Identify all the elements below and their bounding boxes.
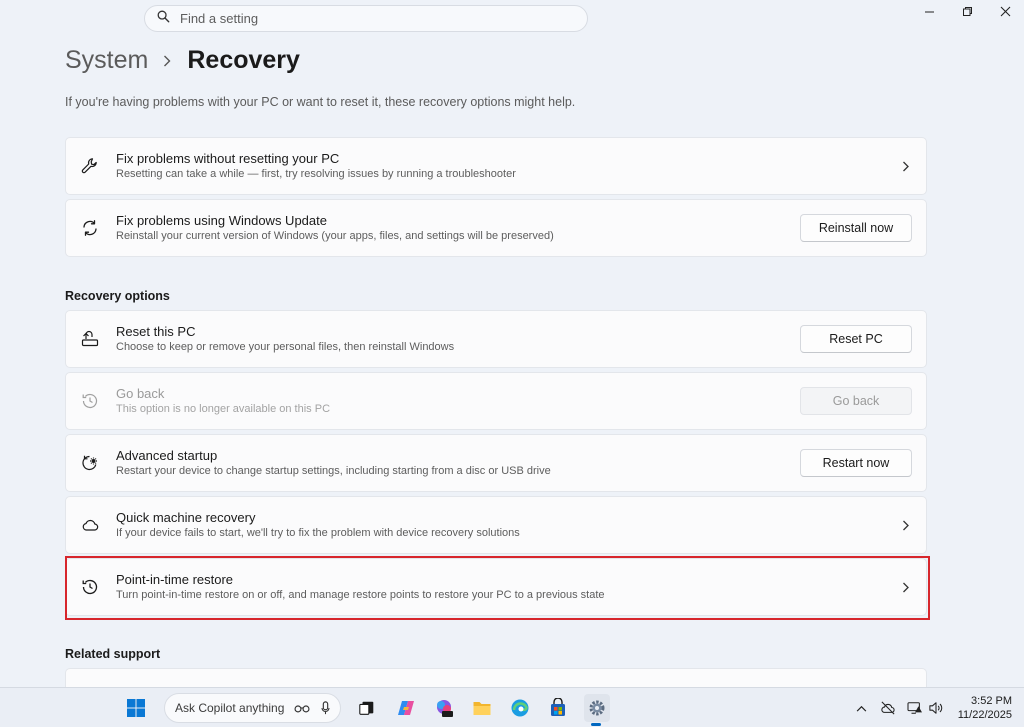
go-back-card: Go back This option is no longer availab… — [65, 372, 927, 430]
card-description: If your device fails to start, we'll try… — [116, 527, 520, 539]
card-title: Point-in-time restore — [116, 572, 234, 587]
history-icon — [80, 391, 100, 411]
search-input[interactable] — [180, 11, 560, 26]
recovery-options-heading: Recovery options — [65, 289, 170, 303]
file-explorer-button[interactable] — [470, 696, 494, 720]
page-title: Recovery — [187, 46, 300, 74]
glasses-icon[interactable] — [294, 703, 310, 714]
close-button[interactable] — [986, 0, 1024, 22]
card-description: Choose to keep or remove your personal f… — [116, 341, 455, 353]
go-back-button: Go back — [800, 387, 912, 415]
network-status[interactable] — [879, 700, 897, 716]
restore-icon — [962, 6, 972, 16]
chevron-right-icon — [162, 55, 172, 67]
clock-date: 11/22/2025 — [957, 709, 1012, 721]
folder-icon — [473, 702, 491, 715]
reset-pc-button[interactable]: Reset PC — [800, 325, 912, 353]
search-icon — [157, 10, 170, 28]
breadcrumb: System Recovery — [65, 46, 300, 75]
card-title: Advanced startup — [116, 448, 218, 463]
task-view-icon — [359, 701, 374, 715]
breadcrumb-system-link[interactable]: System — [65, 46, 148, 75]
minimize-button[interactable] — [910, 0, 948, 22]
related-support-heading: Related support — [65, 647, 161, 661]
volume-button[interactable] — [928, 700, 944, 716]
advanced-startup-card: Advanced startup Restart your device to … — [65, 434, 927, 492]
quick-machine-recovery-card[interactable]: Quick machine recovery If your device fa… — [65, 496, 927, 554]
microsoft-store-button[interactable] — [546, 696, 570, 720]
restart-now-button[interactable]: Restart now — [800, 449, 912, 477]
card-description: Resetting can take a while — first, try … — [116, 168, 516, 180]
card-title: Fix problems using Windows Update — [116, 213, 327, 228]
cloud-offline-icon — [881, 701, 895, 715]
copilot-placeholder: Ask Copilot anything — [175, 701, 285, 715]
copilot-icon — [398, 701, 414, 715]
system-clock[interactable]: 3:52 PM 11/22/2025 — [958, 694, 1012, 722]
reinstall-now-button[interactable]: Reinstall now — [800, 214, 912, 242]
wrench-icon — [80, 156, 100, 176]
display-status[interactable] — [906, 700, 924, 716]
settings-search-box[interactable] — [144, 5, 588, 32]
chevron-right-icon — [900, 581, 912, 593]
monitor-alert-icon — [907, 702, 922, 714]
microsoft-365-icon — [437, 700, 453, 717]
fix-problems-windows-update-card: Fix problems using Windows Update Reinst… — [65, 199, 927, 257]
start-button[interactable] — [124, 696, 148, 720]
history-icon — [80, 577, 100, 597]
point-in-time-restore-card[interactable]: Point-in-time restore Turn point-in-time… — [65, 558, 927, 616]
copilot-app-button[interactable] — [394, 696, 418, 720]
active-app-indicator — [591, 723, 601, 726]
settings-app-button[interactable] — [584, 694, 610, 722]
show-hidden-icons-button[interactable] — [854, 700, 868, 716]
copilot-search-box[interactable]: Ask Copilot anything — [164, 693, 341, 723]
fix-problems-troubleshooter-card[interactable]: Fix problems without resetting your PC R… — [65, 137, 927, 195]
speaker-icon — [929, 702, 943, 714]
card-title: Go back — [116, 386, 165, 401]
restore-button[interactable] — [948, 0, 986, 22]
taskbar: Ask Copilot anything 3:52 PM 11/22/2025 — [0, 687, 1024, 727]
microphone-icon[interactable] — [321, 701, 330, 715]
store-icon — [551, 698, 565, 716]
card-description: Reinstall your current version of Window… — [116, 230, 554, 242]
windows-logo-icon — [127, 699, 145, 717]
chevron-up-icon — [856, 705, 866, 712]
title-bar — [0, 0, 1024, 38]
card-description: Restart your device to change startup se… — [116, 465, 551, 477]
clock-time: 3:52 PM — [971, 695, 1012, 707]
task-view-button[interactable] — [355, 696, 379, 720]
cloud-icon — [80, 515, 100, 535]
card-title: Reset this PC — [116, 324, 196, 339]
chevron-right-icon — [900, 519, 912, 531]
chevron-right-icon — [900, 160, 912, 172]
minimize-icon — [924, 11, 934, 12]
card-description: Turn point-in-time restore on or off, an… — [116, 589, 605, 601]
page-description: If you're having problems with your PC o… — [65, 95, 576, 109]
card-description: This option is no longer available on th… — [116, 403, 331, 415]
close-icon — [1000, 6, 1010, 16]
m365-app-button[interactable] — [432, 696, 456, 720]
reset-pc-icon — [80, 329, 100, 349]
edge-browser-button[interactable] — [508, 696, 532, 720]
edge-icon — [511, 699, 529, 717]
card-title: Fix problems without resetting your PC — [116, 151, 340, 166]
sync-icon — [80, 218, 100, 238]
card-title: Quick machine recovery — [116, 510, 256, 525]
gear-icon — [589, 700, 605, 716]
reset-this-pc-card: Reset this PC Choose to keep or remove y… — [65, 310, 927, 368]
advanced-startup-icon — [80, 453, 100, 473]
